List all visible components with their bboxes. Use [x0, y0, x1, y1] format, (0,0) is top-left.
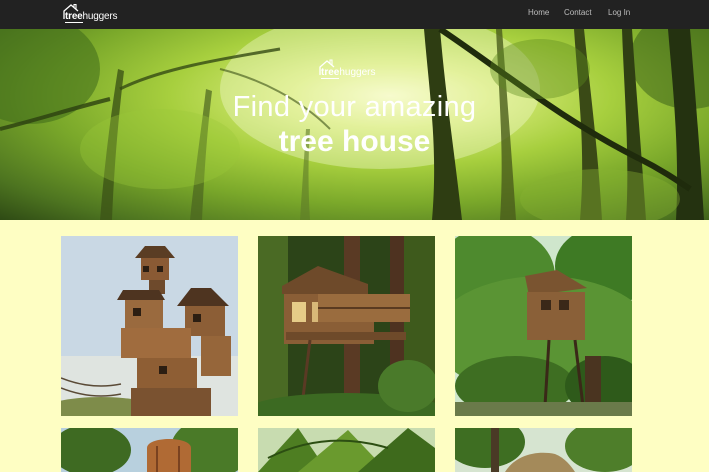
hero-headline-line1: Find your amazing: [232, 91, 477, 123]
hero-banner: treehuggers Find your amazing tree house: [0, 29, 709, 220]
nav-link-home[interactable]: Home: [528, 8, 549, 17]
gallery-tile[interactable]: [258, 236, 435, 416]
redwood-treehouse-image: [258, 236, 435, 416]
gallery-tile[interactable]: [61, 236, 238, 416]
canopy-cabin-image: [455, 236, 632, 416]
treehouse-partial-image: [61, 428, 238, 472]
nav-link-login[interactable]: Log In: [608, 8, 630, 17]
treehouse-tower-image: [61, 236, 238, 416]
gallery-tile[interactable]: [258, 428, 435, 472]
hero-headline-line2: tree house: [278, 125, 431, 158]
brand-logo[interactable]: treehuggers: [60, 3, 130, 27]
hero-logo-wordmark: treehuggers: [321, 67, 376, 79]
nav-link-contact[interactable]: Contact: [564, 8, 592, 17]
hero-logo: treehuggers: [316, 57, 386, 83]
palm-canopy-image: [258, 428, 435, 472]
gallery-tile[interactable]: [455, 428, 632, 472]
navbar: treehuggers Home Contact Log In: [0, 0, 709, 29]
gallery-tile[interactable]: [455, 236, 632, 416]
gallery-tile[interactable]: [61, 428, 238, 472]
brand-wordmark: treehuggers: [65, 11, 118, 23]
thatched-treehouse-image: [455, 428, 632, 472]
